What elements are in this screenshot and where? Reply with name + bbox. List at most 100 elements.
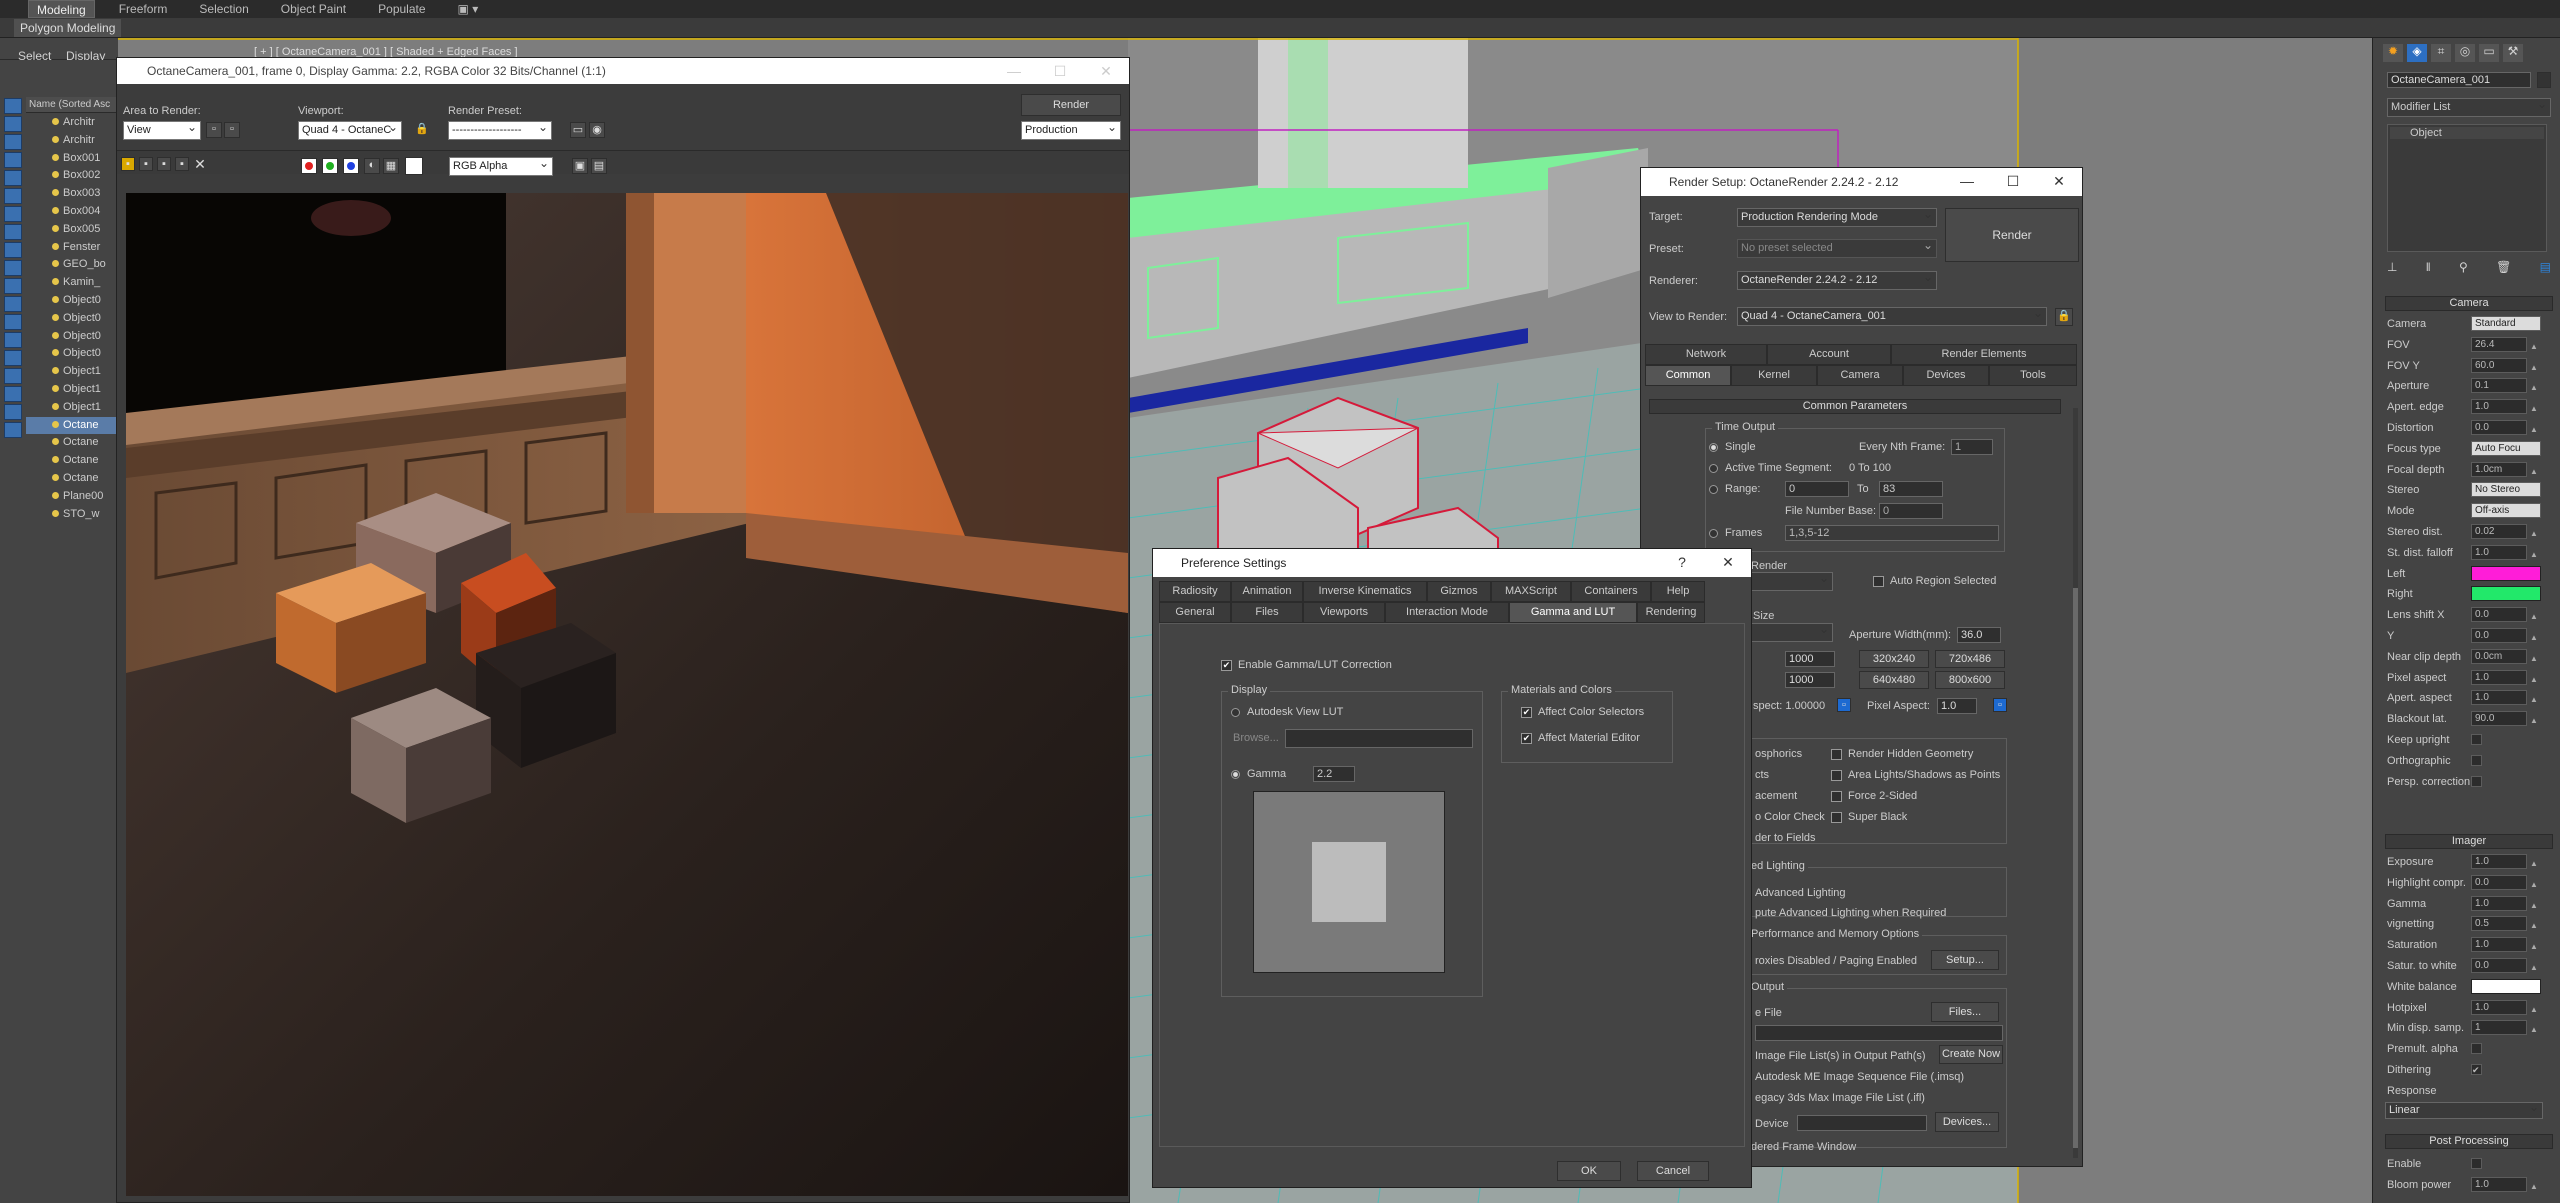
filter-icon[interactable] (4, 98, 22, 114)
tab-devices[interactable]: Devices (1903, 365, 1989, 386)
post-processing-rollout[interactable]: Post Processing (2385, 1134, 2553, 1149)
param-field[interactable] (2471, 586, 2541, 602)
production-dropdown[interactable]: Production (1021, 121, 1121, 140)
param-field[interactable] (2471, 734, 2482, 745)
gamma-field[interactable]: 2.2 (1313, 766, 1355, 782)
maximize-icon[interactable]: ☐ (1037, 58, 1083, 84)
scene-list-item[interactable]: Object1 (26, 363, 118, 380)
scene-list-item[interactable]: Box001 (26, 150, 118, 167)
tab-gamma-and-lut[interactable]: Gamma and LUT (1509, 602, 1637, 623)
make-unique-icon[interactable]: ⚲ (2459, 260, 2468, 280)
ribbon-tab-object-paint[interactable]: Object Paint (273, 0, 354, 18)
scene-list-item[interactable]: Object0 (26, 345, 118, 362)
modifier-stack[interactable]: Object (2387, 124, 2547, 252)
area-to-render-dropdown[interactable] (1751, 572, 1833, 591)
spinner-icon[interactable]: ▲ (2530, 400, 2538, 418)
light-bulb-icon[interactable] (52, 420, 59, 428)
output-path-field[interactable] (1755, 1025, 2003, 1041)
tab-rendering[interactable]: Rendering (1637, 602, 1705, 623)
common-parameters-rollout[interactable]: Common Parameters (1649, 399, 2061, 414)
enable-gamma-checkbox[interactable]: ✔ Enable Gamma/LUT Correction (1221, 659, 1392, 671)
rendered-frame-window-checkbox[interactable]: dered Frame Window (1751, 1141, 1856, 1153)
tab-inverse-kinematics[interactable]: Inverse Kinematics (1303, 581, 1427, 602)
spinner-icon[interactable]: ▲ (2530, 1001, 2538, 1019)
pixel-aspect-lock-icon[interactable]: ▫ (1993, 698, 2007, 712)
show-end-result-icon[interactable]: ‖ (2426, 260, 2431, 280)
spinner-icon[interactable]: ▲ (2530, 359, 2538, 377)
spinner-icon[interactable]: ▲ (2530, 855, 2538, 873)
lock-icon[interactable]: 🔒 (2055, 308, 2073, 326)
target-dropdown[interactable]: Production Rendering Mode (1737, 208, 1937, 227)
close-icon[interactable]: ✕ (2036, 168, 2082, 194)
output-size-dropdown[interactable] (1751, 623, 1833, 642)
option-area-lights[interactable]: Area Lights/Shadows as Points (1831, 769, 2000, 781)
affect-color-selectors-checkbox[interactable]: ✔ Affect Color Selectors (1521, 706, 1644, 718)
scene-list-item[interactable]: GEO_bo (26, 256, 118, 273)
range-radio[interactable]: Range: (1709, 483, 1760, 495)
tab-animation[interactable]: Animation (1231, 581, 1303, 602)
spinner-icon[interactable]: ▲ (2530, 959, 2538, 977)
option-super-black[interactable]: Super Black (1831, 811, 1907, 823)
param-field[interactable]: 0.0cm (2471, 648, 2527, 664)
ribbon-tab-modeling[interactable]: Modeling (28, 0, 95, 18)
filter-icon[interactable] (4, 332, 22, 348)
option-force-2-sided[interactable]: Force 2-Sided (1831, 790, 1917, 802)
tab-common[interactable]: Common (1645, 365, 1731, 386)
autodesk-view-lut-radio[interactable]: Autodesk View LUT (1231, 706, 1343, 718)
ribbon-options-icon[interactable]: ▣ ▾ (450, 0, 487, 18)
param-field[interactable]: ✔ (2471, 1064, 2482, 1075)
param-field[interactable]: 26.4 (2471, 336, 2527, 352)
lut-path-field[interactable] (1285, 729, 1473, 748)
light-bulb-icon[interactable] (52, 385, 59, 392)
scene-list-item[interactable]: STO_w (26, 506, 118, 523)
scene-list-item[interactable]: Octane (26, 434, 118, 451)
filter-icon[interactable] (4, 314, 22, 330)
param-field[interactable]: 1.0 (2471, 937, 2527, 953)
light-bulb-icon[interactable] (52, 278, 59, 286)
param-field[interactable]: 1.0 (2471, 399, 2527, 415)
swatch-icon[interactable] (405, 157, 423, 175)
scene-list-item[interactable]: Box004 (26, 203, 118, 220)
param-field[interactable]: 1.0 (2471, 895, 2527, 911)
tab-help[interactable]: Help (1651, 581, 1705, 602)
tab-kernel[interactable]: Kernel (1731, 365, 1817, 386)
preset-800x600[interactable]: 800x600 (1935, 671, 2005, 689)
imager-rollout[interactable]: Imager (2385, 834, 2553, 849)
setup-button[interactable]: Setup... (1931, 950, 1999, 970)
object-color-swatch[interactable] (2537, 72, 2551, 88)
spinner-icon[interactable]: ▲ (2530, 463, 2538, 481)
filter-icon[interactable] (4, 386, 22, 402)
modifier-list-dropdown[interactable]: Modifier List (2387, 98, 2551, 117)
scene-list-item[interactable]: Octane (26, 470, 118, 487)
aspect-lock-icon[interactable]: ▫ (1837, 698, 1851, 712)
filter-icon[interactable] (4, 224, 22, 240)
tab-radiosity[interactable]: Radiosity (1159, 581, 1231, 602)
scene-list-item[interactable]: Octane (26, 452, 118, 469)
param-field[interactable]: 0.0 (2471, 628, 2527, 643)
preset-320x240[interactable]: 320x240 (1859, 650, 1929, 668)
light-bulb-icon[interactable] (52, 260, 59, 268)
spinner-icon[interactable]: ▲ (2530, 876, 2538, 894)
create-now-button[interactable]: Create Now (1939, 1045, 2003, 1064)
spinner-icon[interactable]: ▲ (2530, 525, 2538, 543)
response-dropdown[interactable]: Linear (2385, 1102, 2543, 1119)
frames-field[interactable]: 1,3,5-12 (1785, 525, 1999, 541)
preset-640x480[interactable]: 640x480 (1859, 671, 1929, 689)
spinner-icon[interactable]: ▲ (2530, 608, 2538, 626)
param-field[interactable] (2471, 978, 2541, 994)
scene-list-item[interactable]: Fenster (26, 239, 118, 256)
print-icon[interactable]: ▪ (175, 157, 189, 171)
area-to-render-dropdown[interactable]: View (123, 121, 201, 140)
display-toggle-icon[interactable]: ▤ (591, 158, 607, 174)
light-bulb-icon[interactable] (52, 135, 59, 143)
mono-icon[interactable]: ▦ (383, 158, 399, 174)
light-bulb-icon[interactable] (52, 171, 59, 179)
param-field[interactable]: Standard (2471, 316, 2541, 331)
modify-icon[interactable]: ◈ (2407, 44, 2427, 62)
spinner-icon[interactable]: ▲ (2530, 897, 2538, 915)
scene-list-item[interactable]: Object0 (26, 328, 118, 345)
render-setup-scrollbar[interactable] (2073, 408, 2078, 1158)
scene-list-item[interactable]: Object1 (26, 381, 118, 398)
render-setup-render-button[interactable]: Render (1945, 208, 2079, 262)
legacy-ifl-radio[interactable]: egacy 3ds Max Image File List (.ifl) (1755, 1092, 1925, 1104)
